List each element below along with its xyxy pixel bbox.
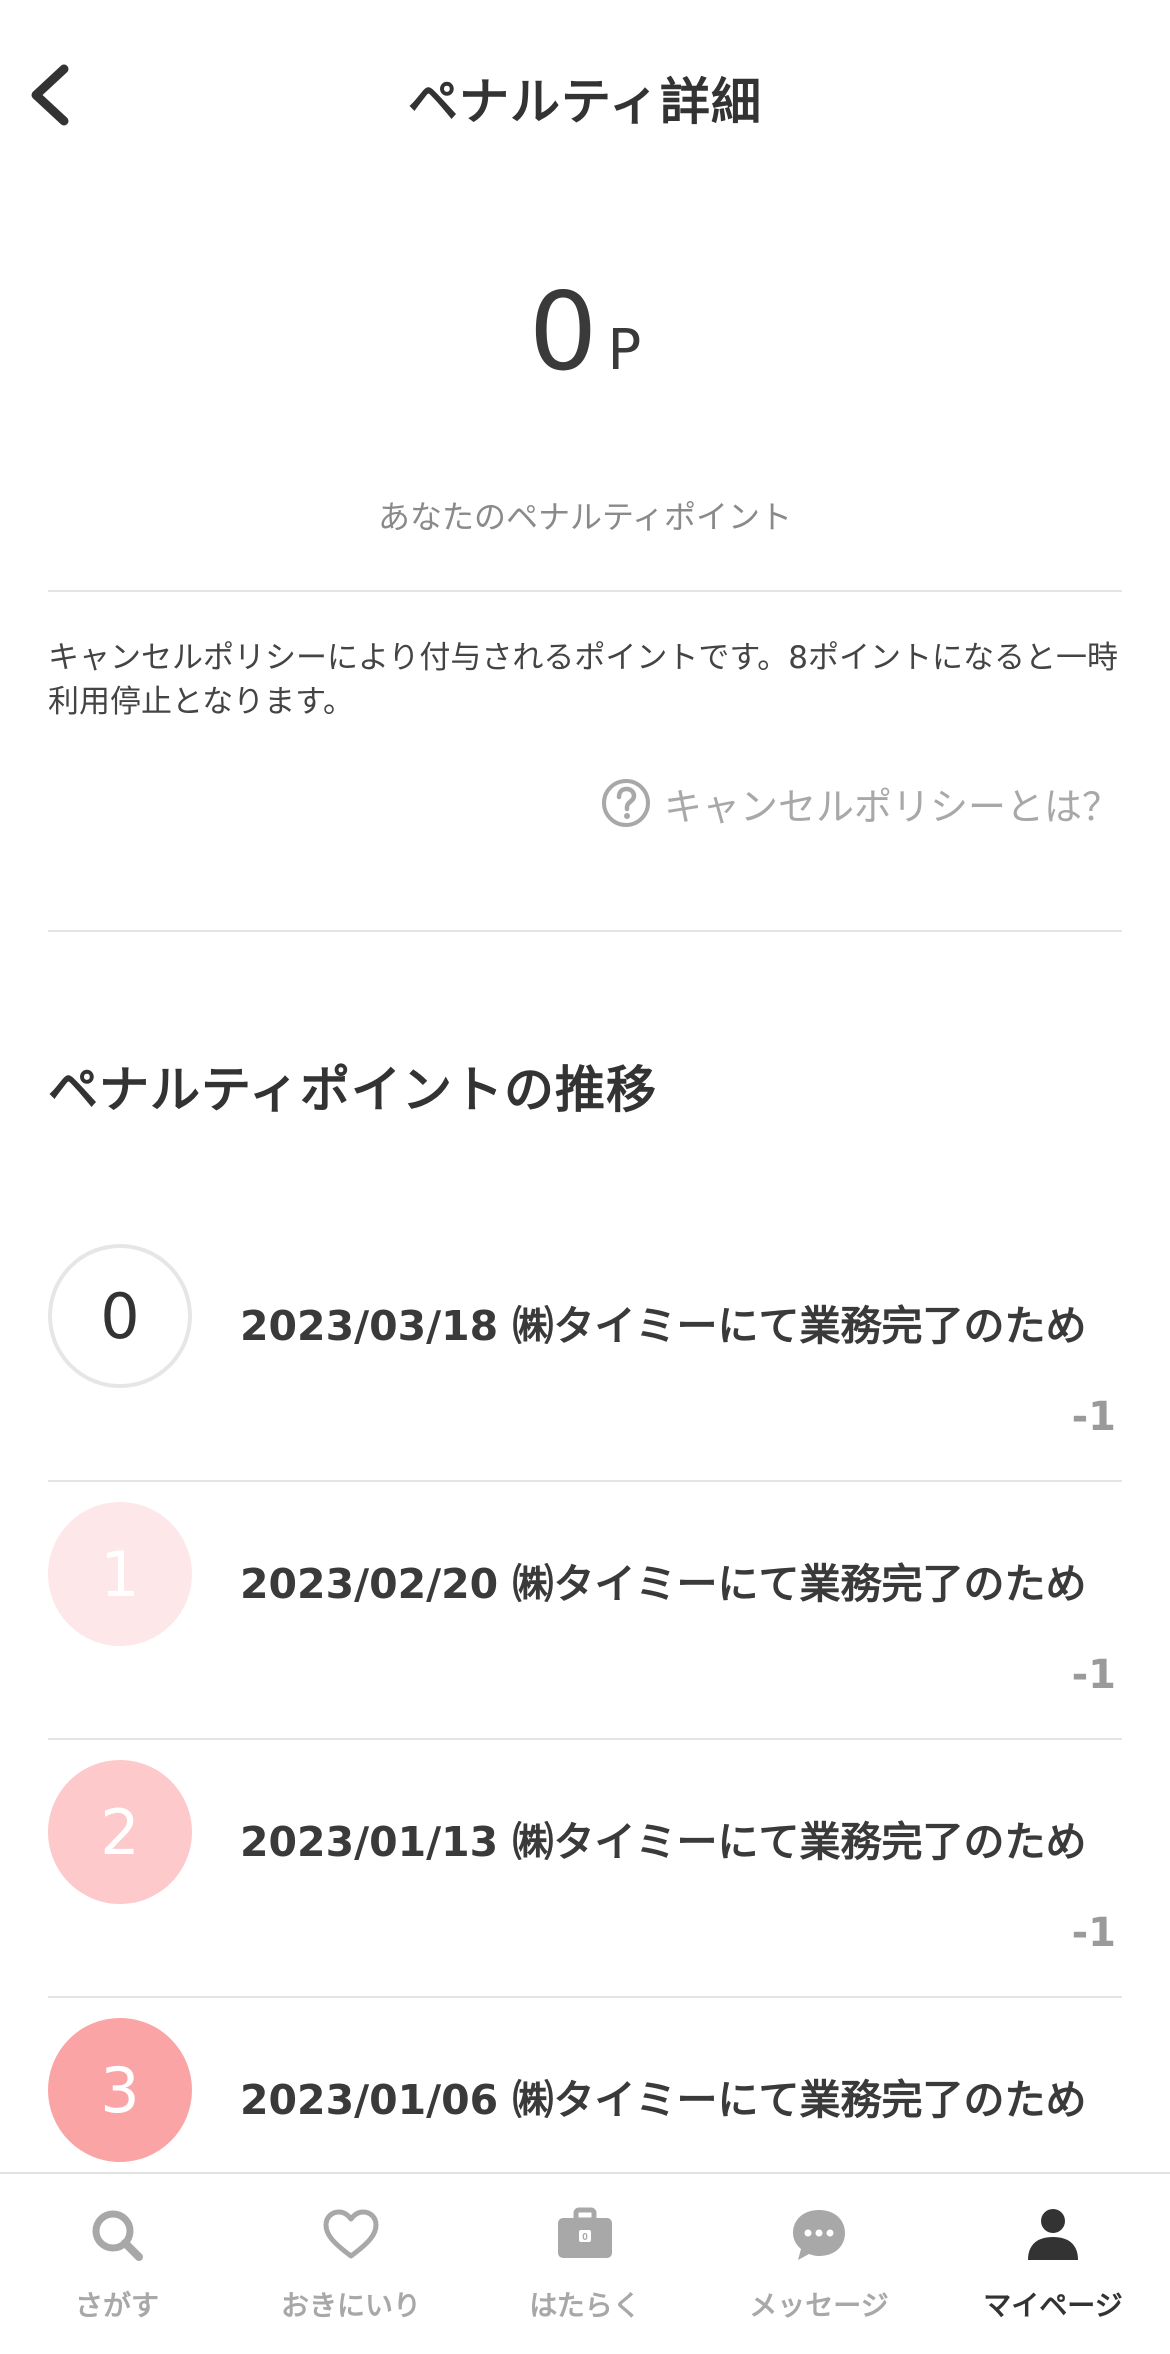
tab-label: マイページ (983, 2289, 1123, 2322)
divider (48, 590, 1122, 592)
history-row: 2 2023/01/13 ㈱タイミーにて業務完了のため -1 (48, 1740, 1122, 1998)
penalty-detail-screen: ペナルティ詳細 0P あなたのペナルティポイント キャンセルポリシーにより付与さ… (0, 0, 1170, 2354)
penalty-point-badge: 0 (48, 1244, 192, 1388)
tab-chat-bubble[interactable]: メッセージ (702, 2174, 936, 2354)
page-title: ペナルティ詳細 (408, 73, 762, 131)
cancel-policy-link[interactable]: キャンセルポリシーとは？ (600, 776, 1120, 830)
heart-icon (320, 2204, 382, 2270)
tab-label: メッセージ (749, 2289, 889, 2322)
svg-text:0: 0 (582, 2232, 588, 2243)
history-text: 2023/02/20 ㈱タイミーにて業務完了のため (240, 1560, 1087, 1608)
bottom-tab-bar: さがす おきにいり 0 はたらく メッセージ マイページ (0, 2172, 1170, 2354)
history-text: 2023/01/06 ㈱タイミーにて業務完了のため (240, 2076, 1087, 2124)
penalty-description: キャンセルポリシーにより付与されるポイントです。8ポイントになると一時利用停止と… (48, 640, 1118, 720)
question-circle-icon (601, 779, 650, 827)
history-row: 1 2023/02/20 ㈱タイミーにて業務完了のため -1 (48, 1482, 1122, 1740)
section-title: ペナルティポイントの推移 (48, 1061, 657, 1119)
tab-briefcase[interactable]: 0 はたらく (468, 2174, 702, 2354)
history-delta: -1 (1071, 1394, 1116, 1440)
penalty-point-badge: 2 (48, 1760, 192, 1904)
penalty-points-unit: P (607, 318, 642, 383)
person-icon (1022, 2204, 1084, 2270)
tab-search[interactable]: さがす (0, 2174, 234, 2354)
history-delta: -1 (1071, 1652, 1116, 1698)
tab-label: おきにいり (280, 2289, 421, 2322)
header: ペナルティ詳細 (0, 0, 1170, 190)
penalty-point-badge: 1 (48, 1502, 192, 1646)
history-text: 2023/03/18 ㈱タイミーにて業務完了のため (240, 1302, 1087, 1350)
divider (48, 930, 1122, 932)
penalty-points-value: 0 (528, 270, 600, 395)
penalty-point-badge: 3 (48, 2018, 192, 2162)
chat-bubble-icon (788, 2204, 850, 2270)
tab-label: さがす (74, 2289, 159, 2322)
cancel-policy-link-label: キャンセルポリシーとは？ (663, 784, 1120, 829)
penalty-points-caption: あなたのペナルティポイント (377, 498, 793, 536)
history-text: 2023/01/13 ㈱タイミーにて業務完了のため (240, 1818, 1087, 1866)
penalty-points-display: 0P (0, 270, 1170, 395)
penalty-history-list: 0 2023/03/18 ㈱タイミーにて業務完了のため -1 1 2023/02/20 … (48, 1224, 1122, 2254)
tab-heart[interactable]: おきにいり (234, 2174, 468, 2354)
search-icon (86, 2204, 148, 2270)
tab-label: はたらく (529, 2289, 641, 2322)
tab-person[interactable]: マイページ (936, 2174, 1170, 2354)
history-row: 0 2023/03/18 ㈱タイミーにて業務完了のため -1 (48, 1224, 1122, 1482)
briefcase-icon: 0 (554, 2204, 616, 2270)
history-delta: -1 (1071, 1910, 1116, 1956)
